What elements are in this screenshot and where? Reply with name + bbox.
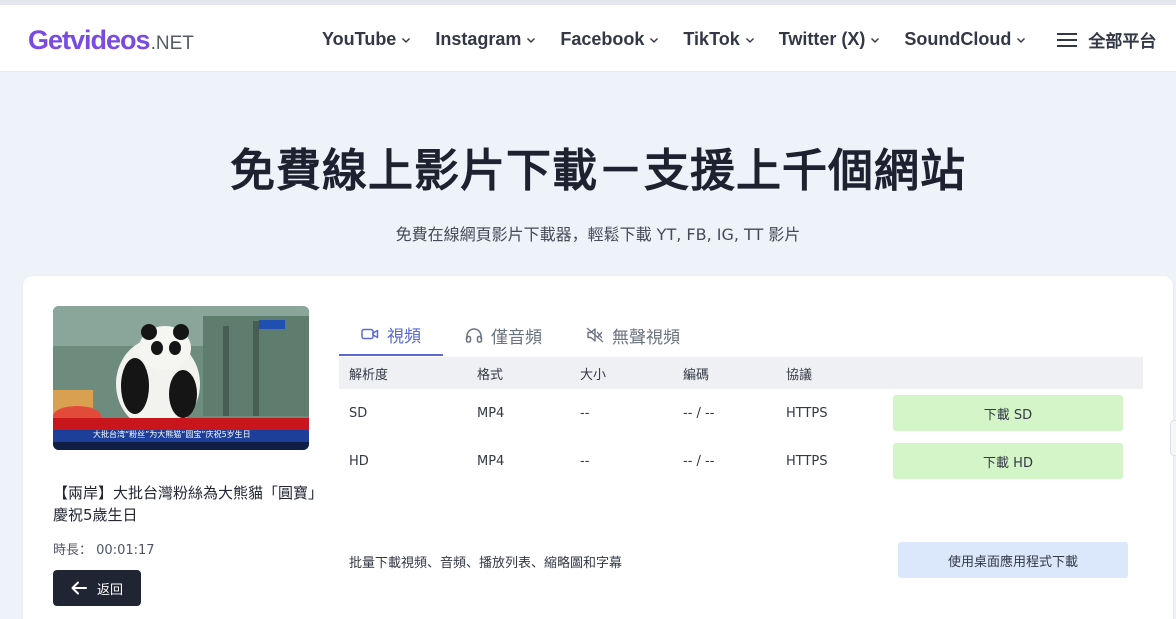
download-hd-button[interactable]: 下載 HD: [893, 443, 1123, 479]
chevron-down-icon: [745, 37, 754, 43]
arrow-left-icon: [71, 581, 87, 595]
nav-item-youtube[interactable]: YouTube: [322, 29, 411, 50]
tab-muted-video[interactable]: 無聲視頻: [564, 314, 702, 356]
hamburger-menu-icon: [1057, 32, 1078, 47]
table-row: HD MP4 -- -- / -- HTTPS 下載 HD: [339, 437, 1143, 485]
nav-item-facebook[interactable]: Facebook: [560, 29, 659, 50]
cell-action: 下載 HD: [889, 443, 1143, 479]
page-subtitle: 免費在線網頁影片下載器，輕鬆下載 YT, FB, IG, TT 影片: [395, 225, 801, 244]
cell-resolution: SD: [349, 405, 368, 421]
chevron-down-icon: [1017, 37, 1026, 43]
cell-size: --: [580, 405, 590, 421]
cell-protocol: HTTPS: [786, 453, 828, 469]
header-resolution: 解析度: [349, 367, 389, 383]
duration-value: 00:01:17: [96, 543, 155, 558]
site-logo[interactable]: Get videos .NET: [28, 25, 194, 57]
all-platforms-label: 全部平台: [1088, 32, 1157, 51]
nav-item-twitter[interactable]: Twitter (X): [779, 29, 881, 50]
format-tabs: 視頻 僅音頻 無聲視頻: [339, 314, 702, 356]
video-title: 【兩岸】大批台灣粉絲為大熊貓「圓寶」慶祝5歲生日: [53, 484, 316, 524]
download-table: 解析度 格式 大小 編碼 協議 SD MP4 -- -- / -- HTTPS …: [339, 357, 1143, 485]
nav-item-label: Instagram: [435, 29, 522, 49]
tab-label: 僅音頻: [491, 327, 542, 348]
duration-label: 時長：: [53, 543, 93, 558]
table-header: 解析度 格式 大小 編碼 協議: [339, 357, 1143, 389]
header-format: 格式: [477, 367, 504, 383]
side-scroll-handle[interactable]: [1170, 420, 1176, 456]
cell-size: --: [580, 453, 590, 469]
header-codec: 編碼: [683, 367, 710, 383]
video-duration: 時長： 00:01:17: [53, 539, 155, 558]
back-button[interactable]: 返回: [53, 570, 141, 606]
thumbnail-image: 大批台湾“粉丝”为大熊猫“圆宝”庆祝5岁生日: [53, 306, 309, 450]
video-thumbnail[interactable]: 大批台湾“粉丝”为大熊猫“圆宝”庆祝5岁生日: [53, 306, 309, 450]
cell-format: MP4: [477, 453, 505, 469]
tab-label: 無聲視頻: [612, 327, 680, 348]
headphones-icon: [465, 328, 483, 343]
nav-item-label: YouTube: [322, 29, 397, 49]
chevron-down-icon: [527, 37, 536, 43]
chevron-down-icon: [650, 37, 659, 43]
cell-codec: -- / --: [683, 405, 715, 421]
tab-video[interactable]: 視頻: [339, 314, 443, 356]
header-protocol: 協議: [786, 367, 813, 383]
muted-speaker-icon: [586, 327, 604, 343]
table-row: SD MP4 -- -- / -- HTTPS 下載 SD: [339, 389, 1143, 437]
cell-codec: -- / --: [683, 453, 715, 469]
chevron-down-icon: [402, 37, 411, 43]
cell-action: 下載 SD: [889, 395, 1143, 431]
download-card: 大批台湾“粉丝”为大熊猫“圆宝”庆祝5岁生日 【兩岸】大批台灣粉絲為大熊貓「圓寶…: [23, 276, 1173, 619]
cell-resolution: HD: [349, 453, 369, 469]
video-camera-icon: [361, 328, 379, 340]
tab-audio-only[interactable]: 僅音頻: [443, 314, 564, 356]
nav-item-label: TikTok: [683, 29, 740, 49]
nav-all-platforms[interactable]: 全部平台: [1056, 27, 1156, 52]
logo-get: Get: [28, 25, 71, 55]
site-header: Get videos .NET YouTube Instagram Facebook…: [0, 5, 1176, 72]
logo-videos: videos: [70, 25, 151, 55]
cell-format: MP4: [477, 405, 505, 421]
page-title: 免費線上影片下載－支援上千個網站: [229, 144, 966, 197]
thumbnail-caption: 大批台湾“粉丝”为大熊猫“圆宝”庆祝5岁生日: [93, 429, 251, 439]
nav-item-instagram[interactable]: Instagram: [435, 29, 536, 50]
logo-net: .NET: [150, 33, 194, 54]
nav-item-soundcloud[interactable]: SoundCloud: [904, 29, 1026, 50]
download-sd-button[interactable]: 下載 SD: [893, 395, 1123, 431]
chevron-down-icon: [871, 37, 880, 43]
platform-nav: YouTube Instagram Facebook TikTok Twitte…: [322, 27, 1176, 52]
nav-item-label: Facebook: [560, 29, 645, 49]
nav-item-label: SoundCloud: [904, 29, 1012, 49]
back-button-label: 返回: [96, 582, 123, 598]
tab-label: 視頻: [387, 326, 421, 347]
nav-item-tiktok[interactable]: TikTok: [683, 29, 754, 50]
header-size: 大小: [580, 367, 607, 383]
nav-item-label: Twitter (X): [778, 29, 866, 49]
batch-download-text: 批量下載視頻、音頻、播放列表、縮略圖和字幕: [349, 556, 623, 571]
desktop-app-download-button[interactable]: 使用桌面應用程式下載: [898, 542, 1128, 578]
cell-protocol: HTTPS: [786, 405, 828, 421]
